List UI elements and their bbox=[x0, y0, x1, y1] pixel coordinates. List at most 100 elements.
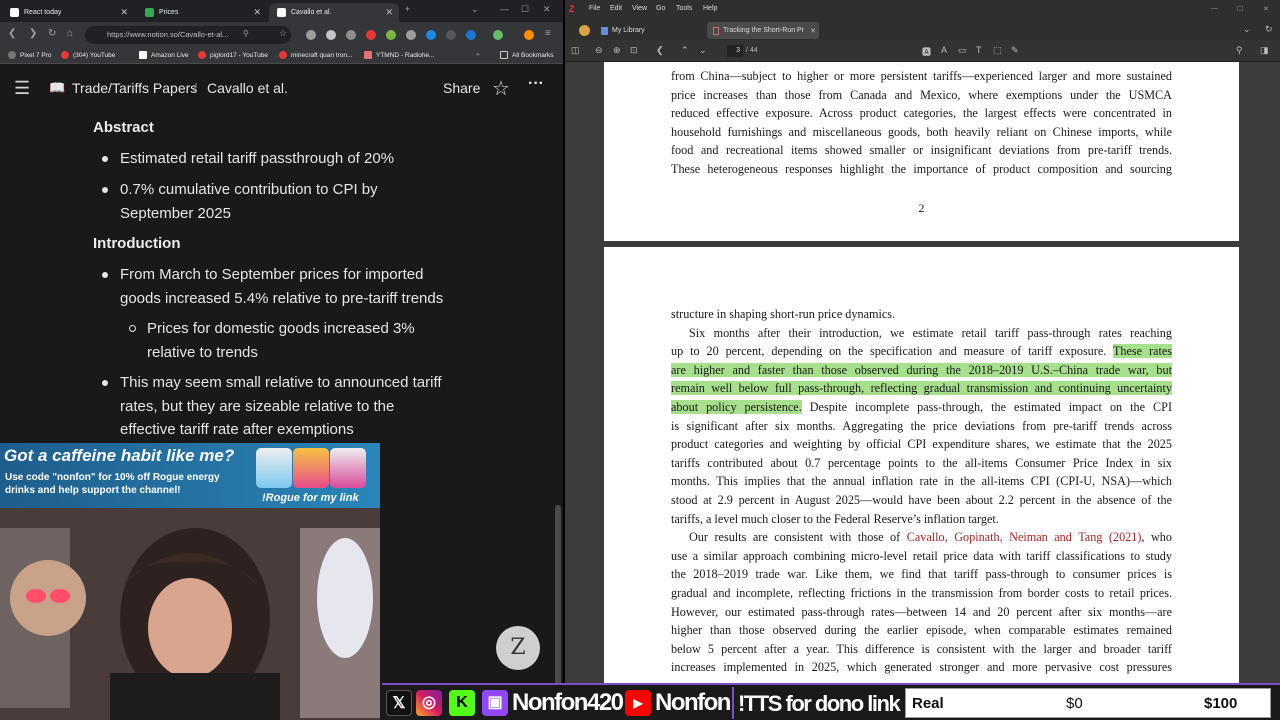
menu-icon[interactable]: ≡ bbox=[545, 28, 551, 39]
zoom-in-icon[interactable]: ⊕ bbox=[613, 45, 621, 56]
donation-goal-meter: Real $0 $100 bbox=[905, 688, 1271, 718]
minimize-icon[interactable]: — bbox=[500, 4, 509, 14]
bullet-dot bbox=[102, 272, 108, 278]
all-bookmarks[interactable]: All Bookmarks bbox=[500, 51, 554, 59]
highlighted-text[interactable]: These rates bbox=[1112, 344, 1172, 359]
menu-view[interactable]: View bbox=[632, 5, 647, 12]
intro-sub-bullet[interactable]: Prices for domestic goods increased 3% re… bbox=[147, 317, 415, 364]
highlight-icon[interactable]: A bbox=[941, 45, 947, 55]
text-icon[interactable]: T bbox=[976, 45, 982, 55]
sync-icon[interactable]: ↻ bbox=[1265, 24, 1273, 35]
share-button[interactable]: Share bbox=[443, 80, 480, 96]
extension-icon[interactable] bbox=[326, 30, 336, 40]
intro-bullet[interactable]: This may seem small relative to announce… bbox=[120, 371, 442, 442]
tab-label: Cavallo et al. bbox=[291, 9, 332, 16]
extension-icon[interactable] bbox=[366, 30, 376, 40]
citation-link[interactable]: Cavallo, Gopinath, Neiman and Tang (2021… bbox=[907, 530, 1142, 544]
forward-icon[interactable]: ❯ bbox=[29, 28, 37, 39]
new-tab-icon[interactable]: + bbox=[405, 4, 410, 14]
more-options-icon[interactable]: ··· bbox=[528, 75, 544, 93]
menu-help[interactable]: Help bbox=[703, 5, 717, 12]
previous-page-icon[interactable]: ⌃ bbox=[681, 45, 689, 56]
bookmark-item[interactable]: YTMND - Radiohe... bbox=[364, 51, 435, 59]
minimize-icon[interactable]: — bbox=[1211, 5, 1218, 12]
twitch-icon: ▣ bbox=[482, 690, 508, 716]
extension-icon[interactable] bbox=[426, 30, 436, 40]
ad-body: Use code "nonfon" for 10% off Rogue ener… bbox=[5, 472, 220, 496]
zoom-out-icon[interactable]: ⊖ bbox=[595, 45, 603, 56]
bookmark-item[interactable]: (304) YouTube bbox=[61, 51, 115, 59]
breadcrumb-current[interactable]: Cavallo et al. bbox=[207, 80, 288, 96]
close-icon[interactable]: ✕ bbox=[120, 7, 128, 18]
bookmarks-bar: Pixel 7 Pro (304) YouTube Amazon Live pi… bbox=[0, 48, 563, 64]
intro-bullet[interactable]: From March to September prices for impor… bbox=[120, 263, 443, 310]
search-icon[interactable]: ⚲ bbox=[243, 29, 249, 38]
bookmark-item[interactable]: Pixel 7 Pro bbox=[8, 51, 51, 59]
favorite-star-icon[interactable]: ☆ bbox=[492, 76, 510, 101]
lab-icon[interactable] bbox=[493, 30, 503, 40]
close-icon[interactable]: ✕ bbox=[385, 7, 393, 18]
context-pane-icon[interactable]: ◨ bbox=[1260, 45, 1269, 56]
extension-icon[interactable] bbox=[386, 30, 396, 40]
close-icon[interactable]: ✕ bbox=[253, 7, 261, 18]
sync-icon[interactable] bbox=[573, 22, 590, 39]
zotero-connector-button[interactable]: Z bbox=[496, 626, 540, 670]
extension-icon[interactable] bbox=[306, 30, 316, 40]
search-icon[interactable]: ⚲ bbox=[1236, 45, 1243, 56]
page-number-input[interactable]: 3 bbox=[727, 45, 743, 57]
extension-icon[interactable] bbox=[446, 30, 456, 40]
tab-cavallo[interactable]: Cavallo et al. ✕ bbox=[269, 3, 399, 22]
text-select-icon[interactable]: 🅰 bbox=[922, 45, 931, 58]
next-page-icon[interactable]: ⌄ bbox=[699, 45, 707, 56]
bookmark-item[interactable]: minecraft quan tron... bbox=[279, 51, 352, 59]
tab-search-icon[interactable]: ⌄ bbox=[471, 4, 479, 15]
back-icon[interactable]: ❮ bbox=[656, 45, 664, 56]
area-select-icon[interactable]: ⬚ bbox=[993, 45, 1002, 56]
avatar[interactable] bbox=[524, 30, 534, 40]
notion-icon bbox=[277, 8, 286, 17]
reload-icon[interactable]: ↻ bbox=[48, 28, 56, 39]
back-icon[interactable]: ❮ bbox=[8, 28, 16, 39]
menu-file[interactable]: File bbox=[589, 5, 600, 12]
menu-tools[interactable]: Tools bbox=[676, 5, 692, 12]
draw-icon[interactable]: ✎ bbox=[1011, 45, 1019, 56]
abstract-bullet[interactable]: 0.7% cumulative contribution to CPI by Se… bbox=[120, 178, 378, 225]
home-icon[interactable]: ⌂ bbox=[67, 28, 73, 39]
menu-edit[interactable]: Edit bbox=[610, 5, 622, 12]
library-icon bbox=[601, 26, 608, 35]
abstract-bullet[interactable]: Estimated retail tariff passthrough of 2… bbox=[120, 147, 394, 171]
youtube-icon: ▶ bbox=[625, 690, 651, 716]
tab-prices[interactable]: Prices ✕ bbox=[137, 3, 267, 22]
book-icon: 📖 bbox=[49, 80, 66, 95]
zoom-fit-icon[interactable]: ⊡ bbox=[630, 45, 638, 56]
window-close-icon[interactable]: ✕ bbox=[1263, 5, 1269, 13]
extension-icon[interactable] bbox=[466, 30, 476, 40]
maximize-icon[interactable]: ☐ bbox=[521, 4, 529, 15]
tab-document[interactable]: Tracking the Short-Run Pr ✕ bbox=[707, 22, 819, 39]
menu-go[interactable]: Go bbox=[656, 5, 665, 12]
sponsor-banner: Got a caffeine habit like me? Use code "… bbox=[0, 443, 380, 508]
bookmarks-more-icon[interactable]: » bbox=[476, 51, 480, 58]
bookmark-item[interactable]: Amazon Live bbox=[139, 51, 189, 59]
highlighted-text[interactable]: are higher and faster than those observe… bbox=[671, 362, 1172, 377]
highlighted-text[interactable]: about policy persistence. bbox=[671, 399, 802, 414]
stream-bottom-bar: 𝕏 ◎ K ▣ Nonfon420 ▶ Nonfon !TTS for dono… bbox=[382, 683, 1280, 720]
zotero-window: Z File Edit View Go Tools Help — ☐ ✕ My … bbox=[565, 0, 1280, 720]
chevron-down-icon[interactable]: ⌄ bbox=[1243, 24, 1251, 35]
goal-label: Real bbox=[912, 695, 944, 712]
maximize-icon[interactable]: ☐ bbox=[1237, 5, 1243, 13]
tab-my-library[interactable]: My Library bbox=[595, 22, 645, 39]
highlighted-text[interactable]: remain well below full pass-through, ref… bbox=[671, 381, 1172, 396]
extension-icon[interactable] bbox=[406, 30, 416, 40]
window-close-icon[interactable]: ✕ bbox=[543, 4, 551, 15]
note-icon[interactable]: ▭ bbox=[958, 45, 967, 56]
sidebar-toggle-icon[interactable]: ◫ bbox=[571, 45, 580, 56]
sidebar-menu-icon[interactable]: ☰ bbox=[14, 78, 30, 99]
extension-icon[interactable] bbox=[346, 30, 356, 40]
bookmark-item[interactable]: piglord17 - YouTube bbox=[198, 51, 268, 59]
tab-react-today[interactable]: React today ✕ bbox=[2, 3, 134, 22]
breadcrumb-parent[interactable]: Trade/Tariffs Papers bbox=[72, 80, 197, 96]
address-bar[interactable]: https://www.notion.so/Cavallo-et-al... bbox=[85, 26, 291, 44]
bookmark-star-icon[interactable]: ☆ bbox=[279, 28, 287, 39]
webcam-scene bbox=[0, 508, 380, 720]
